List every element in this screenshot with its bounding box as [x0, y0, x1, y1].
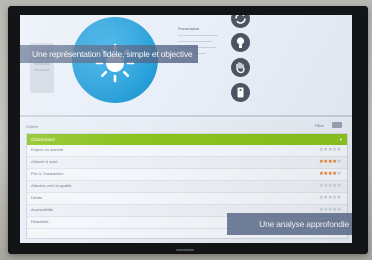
star-icon: ★	[336, 183, 342, 189]
tv-brand-logo	[176, 249, 194, 251]
hand-icon[interactable]	[231, 58, 250, 77]
chevron-down-icon: ▾	[339, 137, 342, 142]
row-label: Délais	[31, 195, 43, 200]
star-icon: ★	[336, 195, 342, 201]
star-rating: ★★★★★	[319, 147, 342, 153]
ranking-header-label: Classement	[31, 137, 55, 142]
star-icon: ★	[336, 159, 342, 165]
row-label: Attentes vers la qualité	[31, 183, 72, 188]
row-label: Attitude & suivi	[31, 159, 58, 164]
star-rating: ★★★★★	[319, 195, 342, 201]
star-icon: ★	[336, 147, 342, 153]
provenance-label: Provenance	[178, 26, 200, 31]
ranking-header-row[interactable]: Classement ▾	[27, 134, 347, 145]
star-rating: ★★★★★	[319, 159, 342, 165]
top-section: Provenance Une représentation fidèle, si…	[20, 15, 352, 115]
row-label: Enjeux du marché	[31, 147, 64, 152]
caption-top: Une représentation fidèle, simple et obj…	[20, 45, 199, 63]
section-divider	[20, 115, 352, 117]
row-label: Réactivité	[31, 219, 49, 224]
tv-screen: Provenance Une représentation fidèle, si…	[20, 15, 352, 243]
row-label: Prix & Transaction	[31, 171, 64, 176]
panel-toggle-button[interactable]	[332, 122, 342, 128]
star-rating: ★★★★★	[319, 183, 342, 189]
row-label: Accessibilité	[31, 207, 54, 212]
filter-control[interactable]: Filtre	[315, 123, 324, 128]
star-rating: ★★★★★	[319, 171, 342, 177]
table-row[interactable]: Attitude & suivi ★★★★★	[27, 157, 347, 169]
sync-icon[interactable]	[231, 15, 250, 28]
text-line	[178, 41, 212, 42]
lightbulb-icon[interactable]	[231, 33, 250, 52]
table-row[interactable]: Prix & Transaction ★★★★★	[27, 169, 347, 181]
table-row[interactable]: Attentes vers la qualité ★★★★★	[27, 181, 347, 193]
caption-bottom: Une analyse approfondie	[227, 213, 352, 235]
table-row[interactable]: Délais ★★★★★	[27, 193, 347, 205]
icon-column	[231, 15, 251, 115]
star-icon: ★	[336, 171, 342, 177]
panel-title: Critère	[26, 124, 39, 129]
table-row[interactable]: Enjeux du marché ★★★★★	[27, 145, 347, 157]
tag-icon[interactable]	[231, 83, 250, 102]
text-line	[178, 35, 218, 36]
